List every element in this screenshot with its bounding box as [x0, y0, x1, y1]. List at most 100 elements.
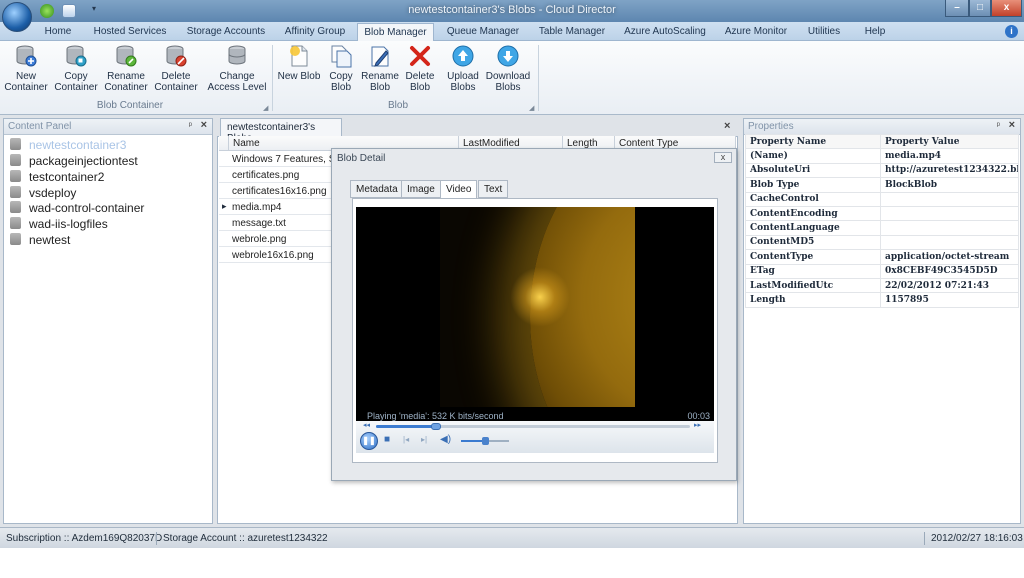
blob-row[interactable]: Windows 7 Features, Sc — [219, 151, 331, 167]
property-value[interactable]: media.mp4 — [880, 148, 1019, 164]
volume-icon[interactable]: ◀) — [440, 434, 451, 445]
blob-list-tab[interactable]: newtestcontainer3's Blobs — [220, 118, 342, 144]
tab-queue-manager[interactable]: Queue Manager — [444, 25, 522, 41]
property-row[interactable]: ContentType application/octet-stream — [745, 249, 1019, 265]
solar-flare-image — [510, 267, 570, 327]
blob-row[interactable]: certificates16x16.png — [219, 183, 331, 199]
blob-row[interactable]: media.mp4 — [219, 199, 331, 215]
tab-hosted-services[interactable]: Hosted Services — [92, 25, 168, 41]
blob-row[interactable]: message.txt — [219, 215, 331, 231]
tab-storage-accounts[interactable]: Storage Accounts — [186, 25, 266, 41]
copy-blob-button[interactable]: Copy Blob — [325, 44, 357, 93]
blob-group-expand-icon[interactable]: ◢ — [529, 104, 534, 112]
container-item[interactable]: newtestcontainer3 — [10, 138, 126, 154]
minimize-button[interactable]: – — [945, 0, 969, 17]
container-label: testcontainer2 — [29, 170, 105, 184]
blob-row[interactable]: webrole.png — [219, 231, 331, 247]
property-value[interactable] — [880, 205, 1019, 222]
property-row[interactable]: ContentLanguage — [745, 220, 1019, 236]
tab-blob-manager[interactable]: Blob Manager — [357, 23, 434, 42]
tab-text[interactable]: Text — [478, 180, 509, 198]
pin-icon[interactable]: ᵖ — [189, 120, 192, 130]
rewind-icon[interactable]: ◂◂ — [363, 421, 370, 429]
property-value[interactable]: 0x8CEBF49C3545D5D — [880, 263, 1019, 279]
delete-container-button[interactable]: Delete Container — [153, 44, 199, 93]
delete-container-label-2: Container — [154, 82, 198, 93]
volume-slider[interactable] — [461, 437, 509, 445]
property-row[interactable]: Length 1157895 — [745, 292, 1019, 308]
download-blobs-button[interactable]: Download Blobs — [485, 44, 531, 93]
seek-bar[interactable] — [376, 423, 690, 430]
quick-access-refresh-icon[interactable] — [40, 4, 54, 18]
tab-azure-autoscaling[interactable]: Azure AutoScaling — [622, 25, 708, 41]
close-button[interactable]: x — [991, 0, 1022, 17]
dialog-close-button[interactable]: x — [714, 152, 732, 163]
document-close-icon[interactable]: × — [724, 120, 730, 132]
upload-blobs-button[interactable]: Upload Blobs — [444, 44, 482, 93]
tab-utilities[interactable]: Utilities — [803, 25, 845, 41]
new-container-button[interactable]: New Container — [4, 44, 48, 93]
video-player[interactable]: Playing 'media': 532 K bits/second 00:03 — [356, 207, 714, 421]
tab-home[interactable]: Home — [38, 25, 78, 41]
property-value[interactable] — [880, 234, 1019, 251]
blob-row[interactable]: webrole16x16.png — [219, 247, 331, 263]
group-expand-icon[interactable]: ◢ — [263, 104, 268, 112]
maximize-button[interactable]: □ — [969, 0, 991, 17]
blob-row[interactable]: certificates.png — [219, 167, 331, 183]
quick-access-doc-icon[interactable] — [62, 4, 76, 18]
delete-blob-button[interactable]: Delete Blob — [403, 44, 437, 93]
database-rename-icon — [114, 44, 138, 68]
property-row[interactable]: ContentEncoding — [745, 205, 1019, 222]
pause-button[interactable]: ❚❚ — [360, 432, 378, 450]
property-value[interactable]: 1157895 — [880, 292, 1019, 308]
property-value[interactable] — [880, 220, 1019, 236]
next-icon[interactable]: ▸| — [421, 435, 427, 444]
property-name: Blob Type — [745, 177, 881, 193]
property-value[interactable]: application/octet-stream — [880, 249, 1019, 265]
tab-image[interactable]: Image — [401, 180, 441, 198]
tab-affinity-group[interactable]: Affinity Group — [282, 25, 348, 41]
previous-icon[interactable]: |◂ — [403, 435, 409, 444]
property-row[interactable]: AbsoluteUrihttp://azuretest1234322.blo..… — [745, 162, 1019, 179]
property-row[interactable]: Blob Type BlockBlob — [745, 177, 1019, 193]
new-container-label-1: New — [15, 71, 36, 82]
property-row[interactable]: ETag 0x8CEBF49C3545D5D — [745, 263, 1019, 279]
volume-handle[interactable] — [482, 437, 489, 445]
new-blob-button[interactable]: New Blob — [277, 44, 321, 82]
seek-handle[interactable] — [430, 423, 441, 430]
container-item[interactable]: wad-control-container — [10, 201, 144, 217]
container-item[interactable]: testcontainer2 — [10, 170, 104, 186]
property-row[interactable]: CacheControl — [745, 191, 1019, 207]
application-menu-icon[interactable] — [2, 2, 32, 32]
rename-blob-button[interactable]: Rename Blob — [360, 44, 400, 93]
dialog-title: Blob Detail — [337, 153, 386, 164]
change-access-level-button[interactable]: Change Access Level — [206, 44, 268, 93]
copy-container-button[interactable]: Copy Container — [53, 44, 99, 93]
properties-panel-close-icon[interactable]: × — [1009, 119, 1015, 131]
container-item[interactable]: vsdeploy — [10, 186, 76, 202]
pin-icon[interactable]: ᵖ — [997, 120, 1000, 130]
help-icon[interactable]: i — [1005, 25, 1018, 38]
property-row[interactable]: ContentMD5 — [745, 234, 1019, 251]
container-item[interactable]: newtest — [10, 233, 70, 249]
fast-forward-icon[interactable]: ▸▸ — [694, 421, 701, 429]
rename-container-button[interactable]: Rename Conatiner — [103, 44, 149, 93]
container-item[interactable]: packageinjectiontest — [10, 154, 138, 170]
property-value[interactable]: http://azuretest1234322.blo... — [880, 162, 1019, 179]
property-row[interactable]: LastModifiedUtc 22/02/2012 07:21:43 — [745, 277, 1019, 294]
property-value[interactable] — [880, 191, 1019, 207]
content-panel-close-icon[interactable]: × — [201, 119, 207, 131]
property-value[interactable]: BlockBlob — [880, 177, 1019, 193]
quick-access-dropdown-icon[interactable]: ▾ — [92, 4, 96, 13]
container-item[interactable]: wad-iis-logfiles — [10, 217, 108, 233]
tab-metadata[interactable]: Metadata — [350, 180, 404, 198]
stop-icon[interactable]: ■ — [384, 434, 390, 445]
copy-blob-label-1: Copy — [329, 71, 353, 82]
tab-table-manager[interactable]: Table Manager — [535, 25, 609, 41]
property-value[interactable]: 22/02/2012 07:21:43 — [880, 277, 1019, 294]
property-row[interactable]: (Name) media.mp4 — [745, 148, 1019, 164]
database-copy-icon — [64, 44, 88, 68]
tab-help[interactable]: Help — [860, 25, 890, 41]
tab-azure-monitor[interactable]: Azure Monitor — [722, 25, 790, 41]
tab-video[interactable]: Video — [440, 180, 478, 199]
